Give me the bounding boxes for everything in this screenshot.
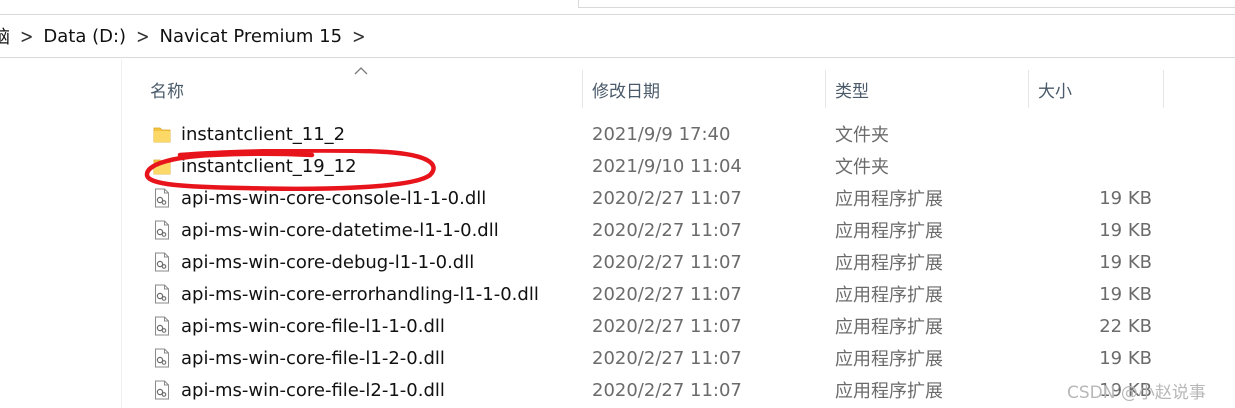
- dll-file-icon: [155, 380, 169, 400]
- file-name: api-ms-win-core-debug-l1-1-0.dll: [181, 251, 475, 273]
- file-type: 应用程序扩展: [835, 285, 943, 306]
- dll-file-icon: [155, 348, 169, 368]
- file-name: instantclient_11_2: [181, 123, 346, 145]
- dll-file-icon: [155, 284, 169, 304]
- breadcrumb-separator-icon[interactable]: >: [20, 25, 33, 48]
- breadcrumb-separator-icon[interactable]: >: [352, 25, 365, 48]
- file-name: api-ms-win-core-datetime-l1-1-0.dll: [181, 219, 499, 241]
- dll-file-icon: [155, 220, 169, 240]
- file-row[interactable]: instantclient_11_2 2021/9/9 17:40 文件夹: [140, 118, 1170, 150]
- file-size: 19 KB: [1099, 251, 1152, 273]
- column-header-date[interactable]: 修改日期: [582, 70, 825, 108]
- column-header-name[interactable]: 名称: [140, 70, 582, 108]
- file-size: 19 KB: [1099, 347, 1152, 369]
- file-type: 文件夹: [835, 157, 889, 178]
- file-type: 应用程序扩展: [835, 221, 943, 242]
- dll-file-icon: [155, 252, 169, 272]
- breadcrumb-partial-item[interactable]: 脑: [0, 23, 10, 49]
- breadcrumb-folder[interactable]: Navicat Premium 15: [159, 26, 342, 47]
- file-name: api-ms-win-core-file-l1-1-0.dll: [181, 315, 445, 337]
- file-date: 2020/2/27 11:07: [592, 379, 742, 401]
- file-date: 2020/2/27 11:07: [592, 347, 742, 369]
- window-top-edge: [0, 0, 1235, 9]
- file-row[interactable]: api-ms-win-core-file-l1-1-0.dll 2020/2/27…: [140, 310, 1170, 342]
- breadcrumb-drive[interactable]: Data (D:): [43, 26, 126, 47]
- file-type: 文件夹: [835, 125, 889, 146]
- file-date: 2021/9/10 11:04: [592, 155, 742, 177]
- file-row[interactable]: api-ms-win-core-file-l2-1-0.dll 2020/2/27…: [140, 374, 1170, 406]
- file-date: 2020/2/27 11:07: [592, 219, 742, 241]
- file-date: 2020/2/27 11:07: [592, 315, 742, 337]
- navigation-pane[interactable]: [0, 59, 122, 408]
- column-header-type[interactable]: 类型: [825, 70, 1028, 108]
- folder-icon: [153, 127, 171, 143]
- file-date: 2020/2/27 11:07: [592, 283, 742, 305]
- column-headers: 名称 修改日期 类型 大小: [140, 70, 1170, 108]
- file-type: 应用程序扩展: [835, 381, 943, 402]
- file-row[interactable]: api-ms-win-core-errorhandling-l1-1-0.dll…: [140, 278, 1170, 310]
- address-bar[interactable]: 脑 > Data (D:) > Navicat Premium 15 >: [0, 14, 1235, 58]
- file-name: api-ms-win-core-file-l1-2-0.dll: [181, 347, 445, 369]
- file-type: 应用程序扩展: [835, 189, 943, 210]
- watermark-text: CSDN @小赵说事: [1067, 383, 1206, 403]
- file-size: [1030, 118, 1152, 150]
- file-size: 19 KB: [1099, 219, 1152, 241]
- file-size: 22 KB: [1099, 315, 1152, 337]
- file-row[interactable]: api-ms-win-core-debug-l1-1-0.dll 2020/2/2…: [140, 246, 1170, 278]
- breadcrumb-separator-icon[interactable]: >: [136, 25, 149, 48]
- file-type: 应用程序扩展: [835, 317, 943, 338]
- column-header-size[interactable]: 大小: [1028, 70, 1163, 108]
- top-pane-border: [578, 0, 1235, 8]
- file-date: 2020/2/27 11:07: [592, 251, 742, 273]
- file-size: 19 KB: [1099, 187, 1152, 209]
- dll-file-icon: [155, 316, 169, 336]
- dll-file-icon: [155, 188, 169, 208]
- file-date: 2020/2/27 11:07: [592, 187, 742, 209]
- file-type: 应用程序扩展: [835, 253, 943, 274]
- red-circle-annotation: [144, 149, 436, 191]
- file-name: api-ms-win-core-errorhandling-l1-1-0.dll: [181, 283, 539, 305]
- file-size: 19 KB: [1099, 283, 1152, 305]
- file-type: 应用程序扩展: [835, 349, 943, 370]
- file-name: api-ms-win-core-file-l2-1-0.dll: [181, 379, 445, 401]
- file-size: [1030, 150, 1152, 182]
- column-divider[interactable]: [1163, 70, 1164, 108]
- file-date: 2021/9/9 17:40: [592, 123, 731, 145]
- file-row[interactable]: api-ms-win-core-datetime-l1-1-0.dll 2020/…: [140, 214, 1170, 246]
- file-row[interactable]: api-ms-win-core-file-l1-2-0.dll 2020/2/27…: [140, 342, 1170, 374]
